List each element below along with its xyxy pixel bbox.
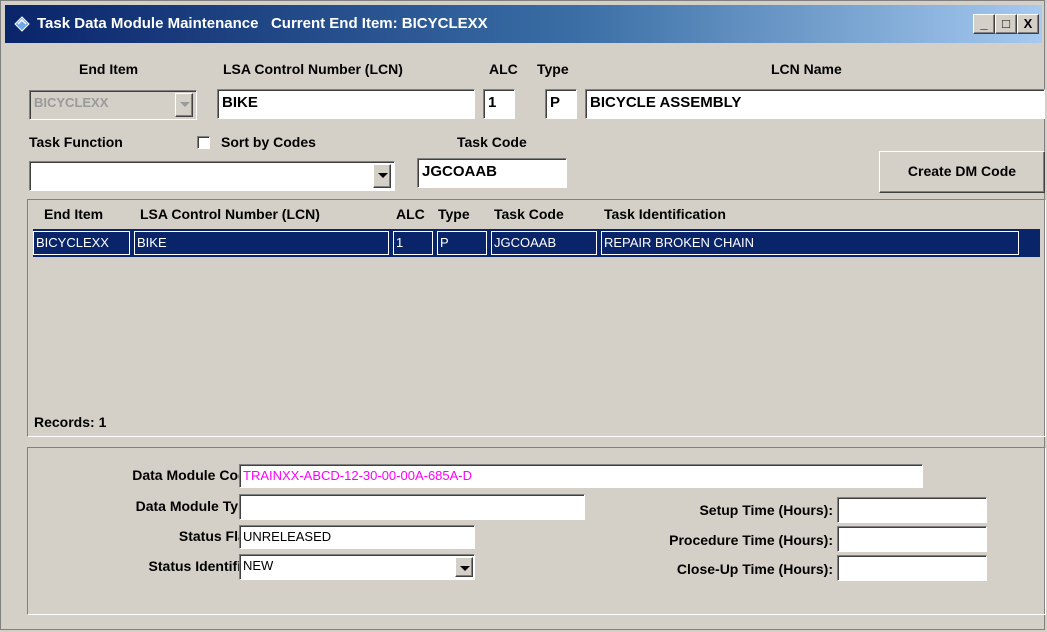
task-code-input[interactable]: JGCOAAB: [417, 158, 567, 188]
cell-task-code[interactable]: JGCOAAB: [491, 231, 597, 255]
col-header-alc[interactable]: ALC: [396, 206, 425, 222]
type-input[interactable]: P: [545, 89, 577, 119]
task-code-value: JGCOAAB: [422, 163, 498, 180]
procedure-time-label: Procedure Time (Hours):: [669, 532, 833, 548]
end-item-label: End Item: [79, 61, 139, 77]
alc-input[interactable]: 1: [483, 89, 515, 119]
minimize-button[interactable]: _: [973, 14, 995, 34]
alc-value: 1: [488, 94, 497, 111]
col-header-task-identification[interactable]: Task Identification: [604, 206, 726, 222]
close-button[interactable]: X: [1017, 14, 1039, 34]
title-bar[interactable]: Task Data Module Maintenance Current End…: [5, 5, 1042, 43]
status-identifier-select[interactable]: NEW: [239, 554, 475, 580]
col-header-end-item[interactable]: End Item: [44, 206, 103, 222]
cell-type[interactable]: P: [437, 231, 487, 255]
maximize-icon: □: [1002, 16, 1010, 31]
details-panel: Data Module Code: TRAINXX-ABCD-12-30-00-…: [27, 447, 1046, 615]
col-header-task-code[interactable]: Task Code: [494, 206, 564, 222]
dm-type-field[interactable]: [239, 494, 585, 520]
create-dm-code-label: Create DM Code: [907, 163, 1017, 179]
task-function-select[interactable]: [29, 161, 395, 191]
dm-code-value: TRAINXX-ABCD-12-30-00-00A-685A-D: [243, 468, 473, 483]
close-icon: X: [1023, 16, 1033, 31]
status-flag-value: UNRELEASED: [243, 529, 332, 544]
cell-lcn[interactable]: BIKE: [134, 231, 389, 255]
type-value: P: [550, 94, 561, 111]
main-window: Task Data Module Maintenance Current End…: [0, 0, 1046, 630]
lcn-name-input[interactable]: BICYCLE ASSEMBLY: [585, 89, 1045, 119]
type-label: Type: [537, 61, 569, 77]
table-row[interactable]: BICYCLEXX BIKE 1 P JGCOAAB REPAIR BROKEN…: [33, 229, 1040, 257]
task-grid: End Item LSA Control Number (LCN) ALC Ty…: [27, 199, 1046, 437]
status-flag-field: UNRELEASED: [239, 525, 475, 549]
closeup-time-label: Close-Up Time (Hours):: [676, 561, 833, 577]
status-identifier-dropdown-icon[interactable]: [455, 557, 473, 577]
lcn-label: LSA Control Number (LCN): [223, 61, 403, 77]
col-header-lcn[interactable]: LSA Control Number (LCN): [140, 206, 320, 222]
lcn-input[interactable]: BIKE: [217, 89, 475, 119]
dm-code-field[interactable]: TRAINXX-ABCD-12-30-00-00A-685A-D: [239, 464, 923, 488]
alc-label: ALC: [489, 61, 518, 77]
task-function-label: Task Function: [29, 134, 123, 150]
status-identifier-value: NEW: [243, 558, 274, 573]
app-icon: [14, 16, 30, 32]
col-header-type[interactable]: Type: [438, 206, 470, 222]
task-code-label: Task Code: [457, 134, 527, 150]
procedure-time-field[interactable]: [837, 526, 987, 552]
end-item-dropdown-icon: [175, 93, 193, 117]
cell-alc[interactable]: 1: [393, 231, 433, 255]
lcn-value: BIKE: [222, 94, 258, 111]
records-count: Records: 1: [34, 414, 107, 430]
setup-time-label: Setup Time (Hours):: [699, 502, 833, 518]
cell-task-identification[interactable]: REPAIR BROKEN CHAIN: [601, 231, 1019, 255]
sort-by-codes-checkbox[interactable]: [197, 136, 210, 149]
maximize-button[interactable]: □: [995, 14, 1017, 34]
create-dm-code-button[interactable]: Create DM Code: [879, 151, 1045, 193]
closeup-time-field[interactable]: [837, 555, 987, 581]
minimize-icon: _: [980, 16, 988, 31]
lcn-name-label: LCN Name: [771, 61, 842, 77]
lcn-name-value: BICYCLE ASSEMBLY: [590, 94, 742, 111]
end-item-value: BICYCLEXX: [34, 95, 109, 110]
sort-by-codes-label: Sort by Codes: [221, 134, 316, 150]
window-title: Task Data Module Maintenance Current End…: [37, 15, 488, 32]
task-function-dropdown-icon[interactable]: [373, 164, 391, 188]
setup-time-field[interactable]: [837, 497, 987, 523]
end-item-select: BICYCLEXX: [29, 90, 197, 120]
cell-end-item[interactable]: BICYCLEXX: [33, 231, 130, 255]
